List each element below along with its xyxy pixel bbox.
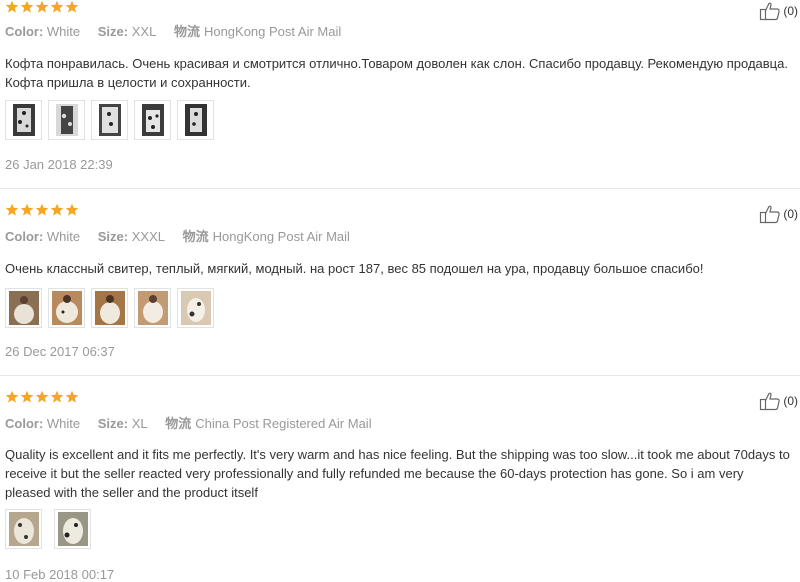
size-label: Size: <box>97 416 129 431</box>
helpful-button[interactable]: (0) <box>759 391 798 411</box>
review-photo[interactable] <box>91 288 128 328</box>
review-photo[interactable] <box>5 100 42 140</box>
review-date: 26 Jan 2018 22:39 <box>5 157 113 172</box>
helpful-count: (0) <box>783 207 798 221</box>
star-rating <box>5 203 79 217</box>
review-photos <box>5 288 214 328</box>
star-icon <box>20 203 34 216</box>
helpful-button[interactable]: (0) <box>759 204 798 224</box>
helpful-count: (0) <box>783 4 798 18</box>
logistics-value: HongKong Post Air Mail <box>203 24 342 39</box>
logistics-label: 物流 <box>173 24 200 39</box>
star-icon <box>5 390 19 403</box>
logistics-label: 物流 <box>165 416 192 431</box>
star-icon <box>20 390 34 403</box>
review-photo[interactable] <box>134 288 171 328</box>
helpful-count: (0) <box>783 394 798 408</box>
star-rating <box>5 390 79 404</box>
review-date: 10 Feb 2018 00:17 <box>5 567 115 582</box>
color-value: White <box>46 416 81 431</box>
review-text: Очень классный свитер, теплый, мягкий, м… <box>5 261 704 276</box>
size-label: Size: <box>97 24 129 39</box>
review-photo[interactable] <box>134 100 171 140</box>
review-text: Quality is excellent and it fits me perf… <box>5 447 790 500</box>
star-rating <box>5 0 79 14</box>
star-icon <box>35 390 49 403</box>
review-photo[interactable] <box>5 509 42 549</box>
review-photo[interactable] <box>48 100 85 140</box>
review-photo[interactable] <box>5 288 42 328</box>
size-value: XXL <box>131 24 157 39</box>
logistics-value: HongKong Post Air Mail <box>212 229 350 244</box>
divider <box>0 188 800 189</box>
review-photo[interactable] <box>91 100 128 140</box>
review-meta: Color: White Size: XXL 物流 HongKong Post A… <box>5 21 355 40</box>
thumbs-up-icon[interactable] <box>759 391 781 411</box>
divider <box>0 375 800 376</box>
star-icon <box>50 390 64 403</box>
star-icon <box>65 390 79 403</box>
star-icon <box>5 0 19 13</box>
review-photo[interactable] <box>177 288 214 328</box>
size-label: Size: <box>97 229 129 244</box>
color-label: Color: <box>5 416 44 431</box>
size-value: XXXL <box>131 229 165 244</box>
star-icon <box>50 0 64 13</box>
review-photos <box>5 100 214 140</box>
review-photos <box>5 509 91 549</box>
color-value: White <box>46 229 81 244</box>
review-photo[interactable] <box>48 288 85 328</box>
helpful-button[interactable]: (0) <box>759 1 798 21</box>
review-photo[interactable] <box>177 100 214 140</box>
review-text: Кофта понравилась. Очень красивая и смот… <box>5 56 788 90</box>
logistics-value: China Post Registered Air Mail <box>195 416 372 431</box>
review-meta: Color: White Size: XL 物流 China Post Regis… <box>5 413 386 432</box>
color-value: White <box>46 24 81 39</box>
star-icon <box>35 203 49 216</box>
logistics-label: 物流 <box>182 229 209 244</box>
thumbs-up-icon[interactable] <box>759 204 781 224</box>
review-date: 26 Dec 2017 06:37 <box>5 344 115 359</box>
review-meta: Color: White Size: XXXL 物流 HongKong Post … <box>5 226 364 245</box>
size-value: XL <box>131 416 148 431</box>
star-icon <box>20 0 34 13</box>
color-label: Color: <box>5 24 44 39</box>
review-photo[interactable] <box>54 509 91 549</box>
star-icon <box>65 203 79 216</box>
star-icon <box>35 0 49 13</box>
thumbs-up-icon[interactable] <box>759 1 781 21</box>
star-icon <box>50 203 64 216</box>
color-label: Color: <box>5 229 44 244</box>
star-icon <box>5 203 19 216</box>
star-icon <box>65 0 79 13</box>
